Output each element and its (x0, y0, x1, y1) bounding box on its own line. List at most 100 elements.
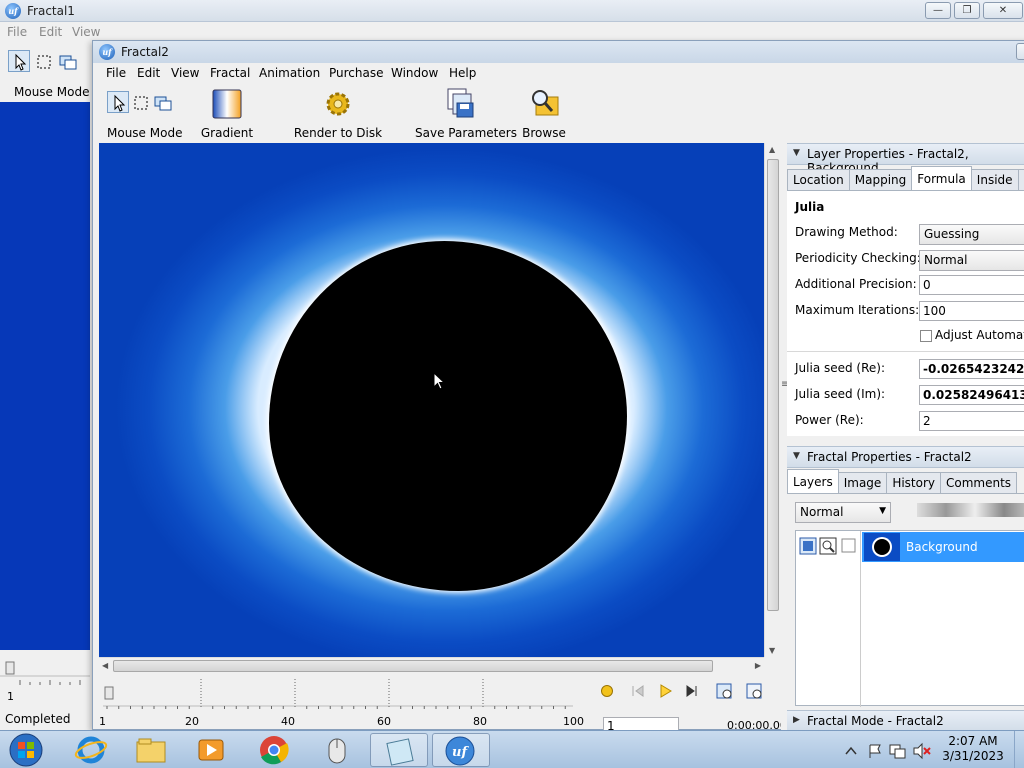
expand-triangle-icon[interactable]: ▶ (793, 715, 800, 725)
menu-animation[interactable]: Animation (259, 66, 320, 80)
taskbar-file-explorer[interactable] (122, 733, 180, 767)
select-window-icon[interactable] (56, 50, 78, 72)
menu-window[interactable]: Window (391, 66, 438, 80)
fractal1-canvas[interactable] (0, 102, 90, 650)
layer-properties-header[interactable]: ▼ Layer Properties - Fractal2, Backgroun… (787, 143, 1024, 175)
taskbar-media-player[interactable] (182, 733, 240, 767)
fractal2-titlebar[interactable]: uf Fractal2 (93, 41, 1024, 63)
minimize-button[interactable]: — (925, 2, 951, 19)
fractal1-timeline[interactable]: 1 (0, 650, 90, 710)
taskbar-mouse-app[interactable] (308, 733, 366, 767)
vertical-scroll-thumb[interactable] (767, 159, 779, 611)
ultrafractal-icon: uf (445, 736, 475, 766)
select-arrow-icon[interactable] (107, 91, 129, 113)
taskbar-notepad[interactable] (370, 733, 428, 767)
select-arrow-icon[interactable] (8, 50, 30, 72)
taskbar-clock[interactable]: 2:07 AM 3/31/2023 (938, 734, 1008, 764)
volume-muted-icon (913, 742, 923, 760)
menu-view[interactable]: View (171, 66, 199, 80)
adjust-automatic-checkbox[interactable] (920, 330, 932, 342)
timeline-ruler[interactable] (103, 679, 573, 709)
tab-comments[interactable]: Comments (940, 472, 1018, 493)
internet-explorer-icon (74, 736, 108, 764)
formula-tab-content: Julia Drawing Method: Guessing Periodici… (787, 190, 1024, 436)
menu-file[interactable]: File (106, 66, 126, 80)
menu-file[interactable]: File (7, 25, 27, 39)
ultrafractal-app-icon: uf (99, 44, 115, 60)
browse-magnifier-icon (532, 90, 559, 116)
collapse-triangle-icon[interactable]: ▼ (793, 148, 800, 158)
gradient-label: Gradient (200, 126, 254, 140)
restore-button[interactable]: ❐ (954, 2, 980, 19)
fractal-canvas[interactable] (99, 143, 764, 657)
fractal-properties-tabs: Layers Image History Comments (787, 469, 1018, 493)
menu-edit[interactable]: Edit (39, 25, 62, 39)
menu-fractal[interactable]: Fractal (210, 66, 250, 80)
canvas-horizontal-scrollbar[interactable]: ◀ ▶ (99, 657, 764, 674)
drawing-method-select[interactable]: Guessing (919, 224, 1024, 245)
browse-button[interactable]: Browse (519, 87, 569, 140)
tab-formula[interactable]: Formula (911, 166, 972, 190)
power-re-input[interactable]: 2 (919, 411, 1024, 431)
menu-view[interactable]: View (72, 25, 100, 39)
tab-mapping[interactable]: Mapping (848, 169, 913, 190)
taskbar-ultra-fractal[interactable]: uf (432, 733, 490, 767)
mouse-icon (328, 738, 346, 764)
fractal2-title: Fractal2 (121, 45, 169, 59)
drawing-method-value: Guessing (924, 227, 980, 241)
scroll-right-icon[interactable]: ▶ (755, 661, 761, 670)
power-re-label: Power (Re): (795, 413, 864, 427)
save-parameters-button[interactable]: Save Parameters (415, 87, 517, 140)
tab-outside[interactable]: O (1017, 169, 1024, 190)
menu-help[interactable]: Help (449, 66, 476, 80)
taskbar-internet-explorer[interactable] (62, 733, 120, 767)
scroll-down-icon[interactable]: ▼ (769, 646, 775, 655)
ultrafractal-app-icon: uf (5, 3, 21, 19)
status-completed: Completed (5, 712, 71, 726)
menu-purchase[interactable]: Purchase (329, 66, 384, 80)
layer-properties-tabs: Location Mapping Formula Inside O (787, 166, 1024, 190)
fractal1-titlebar[interactable]: uf Fractal1 — ❐ ✕ (0, 0, 1024, 22)
collapse-triangle-icon[interactable]: ▼ (793, 451, 800, 461)
mouse-cursor-icon (433, 372, 446, 390)
start-button[interactable] (6, 732, 46, 768)
canvas-vertical-scrollbar[interactable]: ▲ ▼ (764, 143, 781, 657)
windows-taskbar: uf 2:07 AM 3/31/2023 (0, 730, 1024, 768)
select-rect-icon[interactable] (129, 91, 151, 113)
blend-mode-select[interactable]: Normal ▼ (795, 502, 891, 523)
system-tray (845, 742, 931, 760)
julia-seed-re-label: Julia seed (Re): (795, 361, 886, 375)
scroll-left-icon[interactable]: ◀ (102, 661, 108, 670)
scroll-up-icon[interactable]: ▲ (769, 145, 775, 154)
show-desktop-button[interactable] (1014, 731, 1024, 768)
layer-item-background[interactable]: Background (862, 532, 1024, 562)
select-window-icon[interactable] (151, 91, 173, 113)
horizontal-scroll-thumb[interactable] (113, 660, 713, 672)
gradient-button[interactable]: Gradient (197, 89, 257, 140)
taskbar-chrome[interactable] (245, 733, 303, 767)
tab-image[interactable]: Image (837, 472, 888, 493)
fractal-properties-header[interactable]: ▼ Fractal Properties - Fractal2 (787, 446, 1024, 468)
timeline-tick-80: 80 (473, 715, 487, 728)
periodicity-select[interactable]: Normal (919, 250, 1024, 271)
select-rect-icon[interactable] (32, 50, 54, 72)
julia-seed-re-input[interactable]: -0.02654232425 (919, 359, 1024, 379)
animation-timeline[interactable]: 1 20 40 60 80 100 1 0:00:00.00 (99, 673, 787, 735)
close-button[interactable]: ✕ (983, 2, 1023, 19)
chrome-icon (260, 736, 289, 765)
timeline-tick-60: 60 (377, 715, 391, 728)
julia-seed-im-input[interactable]: 0.02582496413 (919, 385, 1024, 405)
clock-date: 3/31/2023 (942, 749, 1004, 763)
minimize-button[interactable] (1016, 43, 1024, 60)
menu-edit[interactable]: Edit (137, 66, 160, 80)
tab-layers[interactable]: Layers (787, 469, 839, 493)
tab-location[interactable]: Location (787, 169, 850, 190)
max-iterations-input[interactable]: 100 (919, 301, 1024, 321)
render-to-disk-button[interactable]: Render to Disk (293, 89, 383, 140)
precision-input[interactable]: 0 (919, 275, 1024, 295)
tab-history[interactable]: History (886, 472, 942, 493)
tab-inside[interactable]: Inside (970, 169, 1019, 190)
opacity-slider[interactable] (917, 503, 1024, 517)
fractal-mode-header[interactable]: ▶ Fractal Mode - Fractal2 (787, 710, 1024, 732)
layer-tool-icons (799, 537, 859, 558)
